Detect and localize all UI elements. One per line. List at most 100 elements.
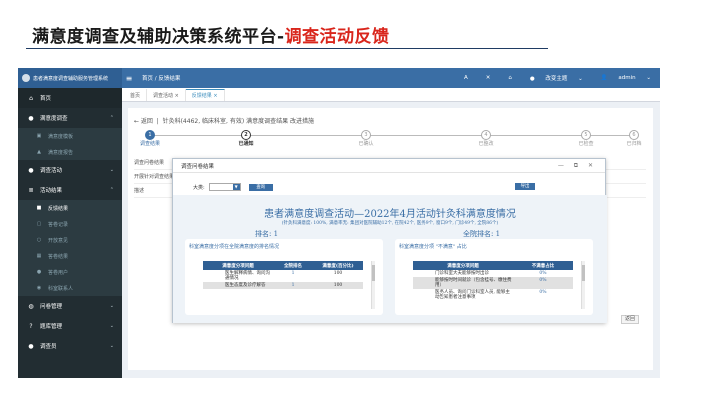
chevron-up-icon: ⌃ xyxy=(109,115,114,121)
sidebar-item-answer-users[interactable]: ● 答卷用户 xyxy=(18,264,122,280)
home-icon: ⌂ xyxy=(29,94,33,102)
sidebar-item-contacts[interactable]: ◉ 科室联系人 xyxy=(18,280,122,296)
sidebar-item-activity[interactable]: ● 调查活动 ⌄ xyxy=(18,160,122,180)
column-header: 不满意占比 xyxy=(513,261,573,270)
users-icon: ● xyxy=(36,269,42,275)
result-modal: 调查问卷结果 — ⧉ ✕ 大类: ▼ 查询 导出 患者满意度调查活动—2022年… xyxy=(172,158,607,323)
modal-title-bar: 调查问卷结果 — ⧉ ✕ xyxy=(173,159,605,173)
question-cell: 医生态度及诊疗解答 xyxy=(203,282,273,289)
search-button[interactable]: 查询 xyxy=(248,183,273,191)
tab-feedback[interactable]: 反馈结果 × xyxy=(185,89,225,101)
sidebar-item-template[interactable]: ▣ 满意度模板 xyxy=(18,128,122,144)
video-icon: ■ xyxy=(36,205,42,211)
scrollbar[interactable] xyxy=(371,261,375,309)
tab-activity[interactable]: 调查活动 × xyxy=(147,89,186,101)
table-icon: ▦ xyxy=(36,253,42,259)
logo-icon xyxy=(22,74,30,82)
sidebar-item-report[interactable]: ▲ 满意度报告 xyxy=(18,144,122,160)
table-row: 医务人员、询问门诊科室人员, 能够主动告知患者注意事项 0% xyxy=(413,289,573,301)
rank-panel: 科室满意度分项在全院满意度的排名情况 满意度分项问题 全院排名 满意度(百分比)… xyxy=(185,239,383,315)
question-cell: 能够按时时间就诊（包含挂号、缴住费用） xyxy=(413,277,513,289)
hospital-rank: 全院排名: 1 xyxy=(463,230,501,238)
contact-icon: ◉ xyxy=(36,285,42,291)
scrollbar[interactable] xyxy=(581,261,585,309)
sidebar-item-feedback[interactable]: ■ 反馈结果 xyxy=(18,200,122,216)
question-cell: 医务人员、询问门诊科室人员, 能够主动告知患者注意事项 xyxy=(435,290,510,300)
table-header: 满意度分项问题 全院排名 满意度(百分比) xyxy=(203,261,363,270)
scrollbar-thumb[interactable] xyxy=(372,265,375,281)
top-navbar: 患者满意度调查辅助服务管理系统 ≡ 首页 / 反馈结果 A ✕ ⌂ ● 改变主题… xyxy=(18,68,660,88)
doc-icon: ▢ xyxy=(36,221,42,227)
brand[interactable]: 患者满意度调查辅助服务管理系统 xyxy=(18,68,122,88)
dissatisfied-panel-title: 科室满意度分项 "不满意" 占比 xyxy=(399,244,467,250)
user-icon: ● xyxy=(28,114,34,122)
tab-home[interactable]: 首页 xyxy=(124,89,148,101)
export-button[interactable]: 导出 xyxy=(515,183,535,190)
table-row: 门诊科室大夫能够按时出诊 0% xyxy=(413,270,573,277)
step-6: 6 已归档 xyxy=(626,130,642,147)
chevron-down-icon: ⌄ xyxy=(109,303,114,309)
rank-cell: 1 xyxy=(273,282,313,289)
value-cell: 100 xyxy=(333,271,343,276)
sidebar-item-question-bank[interactable]: ? 题库管理 ⌄ xyxy=(18,316,122,336)
list-icon: ≣ xyxy=(28,186,34,194)
navbar-right: A ✕ ⌂ ● 改变主题 ⌄ 👤 admin ⌄ xyxy=(455,74,660,82)
sidebar-item-investigator[interactable]: ● 调查员 ⌄ xyxy=(18,336,122,356)
menu-toggle-icon[interactable]: ≡ xyxy=(122,74,136,83)
rank-cell: 1 xyxy=(291,271,295,276)
home-icon[interactable]: ⌂ xyxy=(508,75,512,81)
sidebar-item-survey[interactable]: ● 满意度调查 ⌃ xyxy=(18,108,122,128)
slide-title: 满意度调查及辅助决策系统平台-调查活动反馈 xyxy=(32,27,390,47)
group-icon: ● xyxy=(28,166,34,174)
question-cell: 门诊科室大夫能够按时出诊 xyxy=(435,271,489,276)
step-5: 5 已检查 xyxy=(578,130,594,147)
slide-divider xyxy=(26,48,548,49)
rank-table: 满意度分项问题 全院排名 满意度(百分比) 医生解释病情、询问沟通情况 1 10… xyxy=(203,261,363,289)
value-cell: 100 xyxy=(313,282,363,289)
page-tabs: 首页 调查活动 × 反馈结果 × xyxy=(122,88,660,102)
question-cell: 医生解释病情、询问沟通情况 xyxy=(225,271,270,281)
column-header: 满意度(百分比) xyxy=(313,261,363,270)
font-size-icon[interactable]: A xyxy=(464,75,468,81)
department-rank: 排名: 1 xyxy=(255,230,279,238)
scrollbar-thumb[interactable] xyxy=(582,265,585,281)
person-icon: ● xyxy=(28,342,34,350)
column-header: 全院排名 xyxy=(273,261,313,270)
table-row: 医生态度及诊疗解答 1 100 xyxy=(203,282,363,289)
sidebar-item-open-opinions[interactable]: ○ 开放意见 xyxy=(18,232,122,248)
chevron-down-icon: ⌄ xyxy=(109,343,114,349)
sidebar-item-results[interactable]: ≣ 活动结果 ⌃ xyxy=(18,180,122,200)
circle-icon: ○ xyxy=(36,237,42,243)
report-subtitle: (针灸科满意度: 100%, 满意率无: 集团对医院辅助12个, 在院42个, … xyxy=(281,221,499,226)
clipboard-icon: ▣ xyxy=(36,133,42,139)
fullscreen-icon[interactable]: ✕ xyxy=(486,75,491,81)
dissatisfied-table: 满意度分项问题 不满意占比 门诊科室大夫能够按时出诊 0% 能够按时时间就诊（包… xyxy=(413,261,573,301)
content-header: ← 返回 | 针灸科(4462, 临床科室, 有效) 满意度调查结果 改进措施 xyxy=(134,118,314,125)
step-1: 1 调查结果 xyxy=(139,130,160,147)
question-icon: ? xyxy=(29,322,33,330)
chevron-down-icon: ⌄ xyxy=(109,323,114,329)
dissatisfied-panel: 科室满意度分项 "不满意" 占比 满意度分项问题 不满意占比 门诊科室大夫能够按… xyxy=(395,239,593,315)
sidebar-item-questionnaire[interactable]: ◍ 问卷管理 ⌄ xyxy=(18,296,122,316)
user-menu[interactable]: 👤 admin ⌄ xyxy=(601,75,651,81)
rank-panel-title: 科室满意度分项在全院满意度的排名情况 xyxy=(189,244,280,250)
value-cell: 0% xyxy=(539,271,547,276)
chevron-up-icon: ⌃ xyxy=(109,187,114,193)
sidebar-item-home[interactable]: ⌂ 首页 xyxy=(18,88,122,108)
sidebar-item-answer-records[interactable]: ▢ 答卷记录 xyxy=(18,216,122,232)
chevron-down-icon: ⌄ xyxy=(109,167,114,173)
type-select[interactable]: ▼ xyxy=(208,183,241,191)
slide-title-accent: 调查活动反馈 xyxy=(284,27,390,47)
theme-menu[interactable]: ● 改变主题 ⌄ xyxy=(530,74,583,82)
step-3: 3 已确认 xyxy=(358,130,374,147)
table-row: 医生解释病情、询问沟通情况 1 100 xyxy=(203,270,363,282)
sidebar-item-answer-results[interactable]: ▦ 答卷结果 xyxy=(18,248,122,264)
progress-steps: 1 调查结果 2 已通知 3 已确认 4 已整改 5 已检查 6 已归档 xyxy=(136,130,646,150)
value-cell: 0% xyxy=(539,290,547,295)
table-header: 满意度分项问题 不满意占比 xyxy=(413,261,573,270)
window-controls-icon[interactable]: — ⧉ ✕ xyxy=(558,162,597,170)
department-title: 针灸科(4462, 临床科室, 有效) 满意度调查结果 改进措施 xyxy=(162,118,314,125)
back-link[interactable]: ← 返回 xyxy=(134,118,153,125)
return-button[interactable]: 返回 xyxy=(621,315,639,324)
modal-toolbar: 大类: ▼ 查询 xyxy=(193,183,273,191)
